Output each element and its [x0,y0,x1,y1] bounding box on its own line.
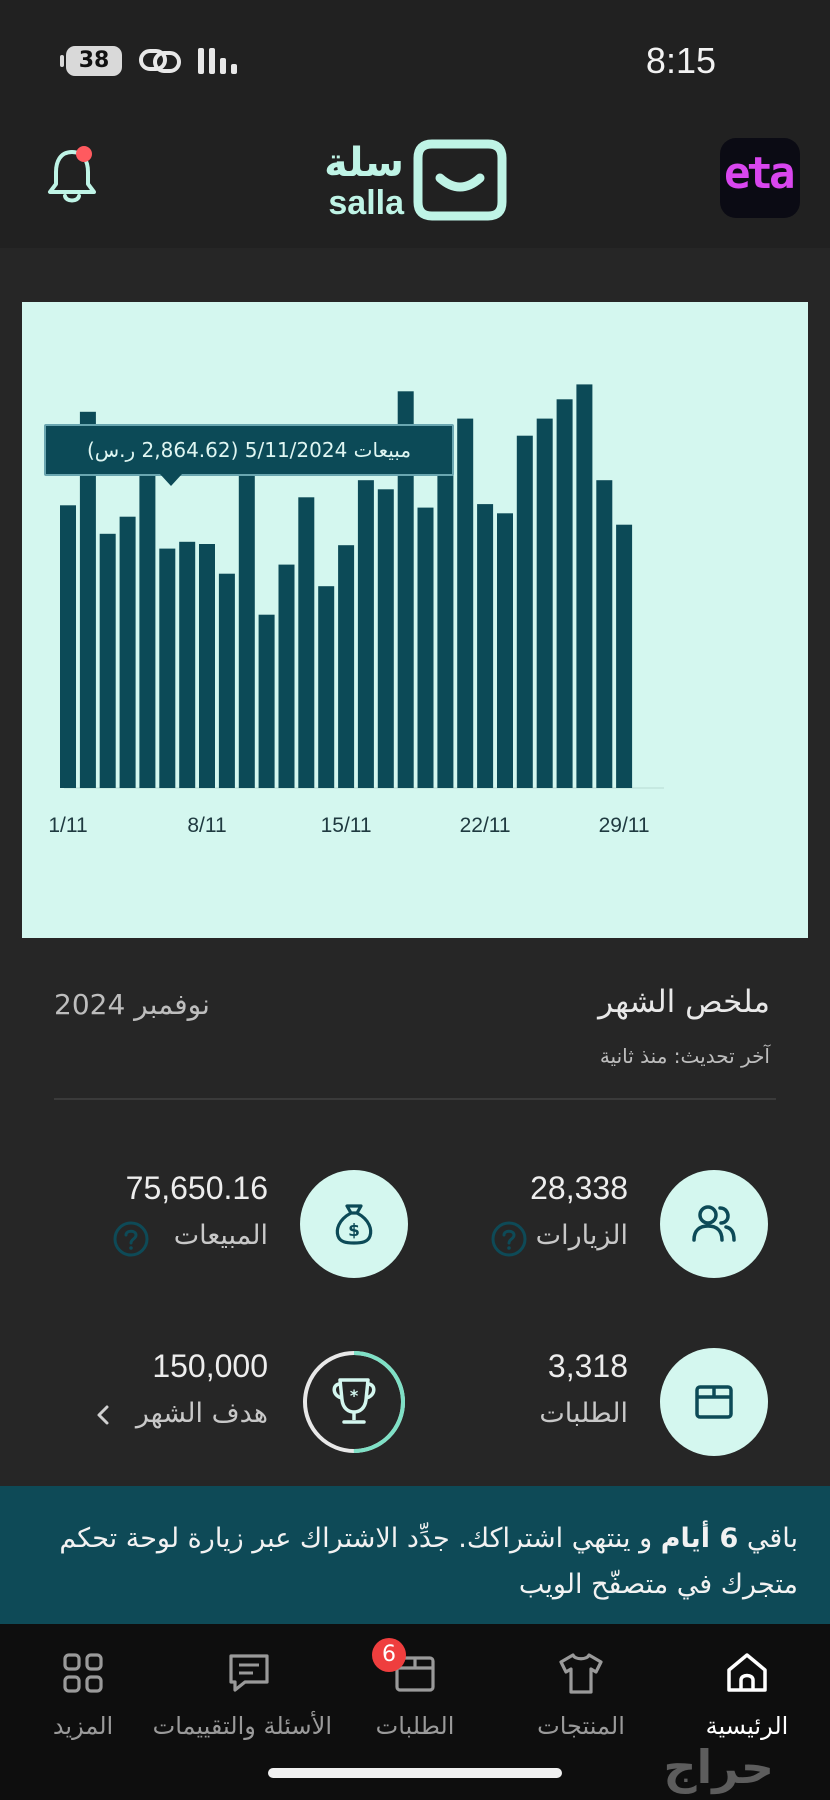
chart-bar-12/11[interactable] [278,564,295,788]
banner-text-start: باقي [738,1523,798,1554]
chart-bar-28/11[interactable] [596,480,613,788]
chart-bar-13/11[interactable] [298,497,315,788]
chart-bar-5/11[interactable] [139,461,156,788]
chart-bar-10/11[interactable] [238,465,255,788]
x-tick-label: 1/11 [48,814,87,837]
chart-bar-1/11[interactable] [60,505,76,788]
nav-more[interactable]: المزيد [0,1624,166,1754]
chart-bar-6/11[interactable] [159,548,176,788]
chart-bar-25/11[interactable] [536,418,553,788]
chart-bar-20/11[interactable] [437,435,454,788]
subscription-banner[interactable]: باقي 6 أيام و ينتهي اشتراكك. جدِّد الاشت… [0,1486,830,1624]
chart-bar-16/11[interactable] [357,480,374,788]
sales-label: المبيعات [173,1220,268,1251]
chart-bar-4/11[interactable] [119,516,136,788]
nav-more-label: المزيد [52,1712,114,1740]
link-icon [139,49,181,73]
visits-help-icon[interactable] [490,1220,528,1258]
svg-text:$: $ [348,1221,360,1241]
divider [54,1098,776,1100]
chart-bar-14/11[interactable] [318,586,335,788]
orders-circle [660,1348,768,1456]
chat-bubble-icon [229,1654,269,1692]
nav-home[interactable]: الرئيسية [664,1624,830,1754]
salla-bag-icon [413,139,507,221]
nav-reviews-label: الأسئلة والتقييمات [152,1712,332,1740]
tshirt-icon [559,1653,603,1694]
goal-value: 150,000 [152,1348,268,1384]
visits-value: 28,338 [530,1170,628,1206]
orders-value: 3,318 [547,1348,628,1384]
summary-month: نوفمبر 2024 [54,988,210,1021]
grid-icon [63,1653,103,1693]
chart-tooltip: مبيعات 5/11/2024 (2,864.62 ر.س) [44,424,454,486]
chart-bar-9/11[interactable] [218,573,235,788]
store-avatar-initials: eta [724,148,796,199]
svg-text:*: * [350,1386,359,1405]
chart-bar-15/11[interactable] [338,545,355,788]
chart-bar-24/11[interactable] [516,435,533,788]
sales-help-icon[interactable] [112,1220,150,1258]
nav-orders[interactable]: 6 الطلبات [332,1624,498,1754]
orders-label: الطلبات [539,1398,628,1429]
nav-products-label: المنتجات [537,1712,625,1740]
notification-dot [76,146,92,162]
nav-reviews[interactable]: الأسئلة والتقييمات [152,1624,332,1754]
haraj-watermark: حراج [663,1740,774,1794]
sales-circle: $ [300,1170,408,1278]
goal-progress-ring[interactable]: * [300,1348,408,1456]
box-icon [695,1385,733,1419]
chevron-left-icon[interactable] [94,1404,112,1426]
users-icon [692,1205,736,1242]
app-header: سلة salla eta [0,110,830,248]
chart-bar-21/11[interactable] [457,418,474,788]
nav-home-label: الرئيسية [705,1712,789,1740]
chart-bar-22/11[interactable] [477,504,494,788]
signal-icon [198,48,237,74]
clock: 8:15 [645,40,716,81]
sales-chart-card: 1/11 8/11 15/11 22/11 29/11 مبيعات 5/11/2024… [22,302,808,938]
chart-bar-26/11[interactable] [556,399,573,788]
sales-value: 75,650.16 [125,1170,268,1206]
summary-title: ملخص الشهر [598,984,770,1020]
logo-arabic-text: سلة [324,140,404,186]
chart-bar-3/11[interactable] [99,533,116,788]
x-tick-label: 29/11 [599,814,650,837]
chart-bar-27/11[interactable] [576,384,593,788]
sales-bar-chart[interactable]: 1/11 8/11 15/11 22/11 29/11 [22,302,808,938]
status-bar: 38 8:15 [0,0,830,110]
logo-english-text: salla [328,184,404,222]
chart-bar-29/11[interactable] [616,524,633,788]
visits-circle [660,1170,768,1278]
chart-bar-17/11[interactable] [377,489,394,788]
store-avatar[interactable]: eta [720,138,800,218]
month-summary: ملخص الشهر نوفمبر 2024 آخر تحديث: منذ ثا… [22,938,808,1486]
home-icon [727,1653,767,1692]
chart-bar-7/11[interactable] [179,541,196,788]
money-bag-icon: $ [335,1204,373,1245]
orders-badge: 6 [372,1638,406,1672]
chart-bar-23/11[interactable] [497,513,513,788]
chart-bar-8/11[interactable] [199,544,215,788]
x-tick-label: 8/11 [187,814,226,837]
battery-indicator: 38 [60,46,122,76]
salla-logo: سلة salla [318,136,508,226]
x-tick-label: 22/11 [460,814,511,837]
last-updated: آخر تحديث: منذ ثانية [599,1044,770,1068]
chart-bar-11/11[interactable] [258,614,275,788]
x-tick-label: 15/11 [321,814,372,837]
banner-days: 6 أيام [660,1523,739,1554]
chart-bar-19/11[interactable] [417,507,434,788]
nav-products[interactable]: المنتجات [498,1624,664,1754]
visits-label: الزيارات [535,1220,628,1251]
nav-orders-label: الطلبات [375,1712,455,1740]
home-indicator[interactable] [268,1768,562,1778]
